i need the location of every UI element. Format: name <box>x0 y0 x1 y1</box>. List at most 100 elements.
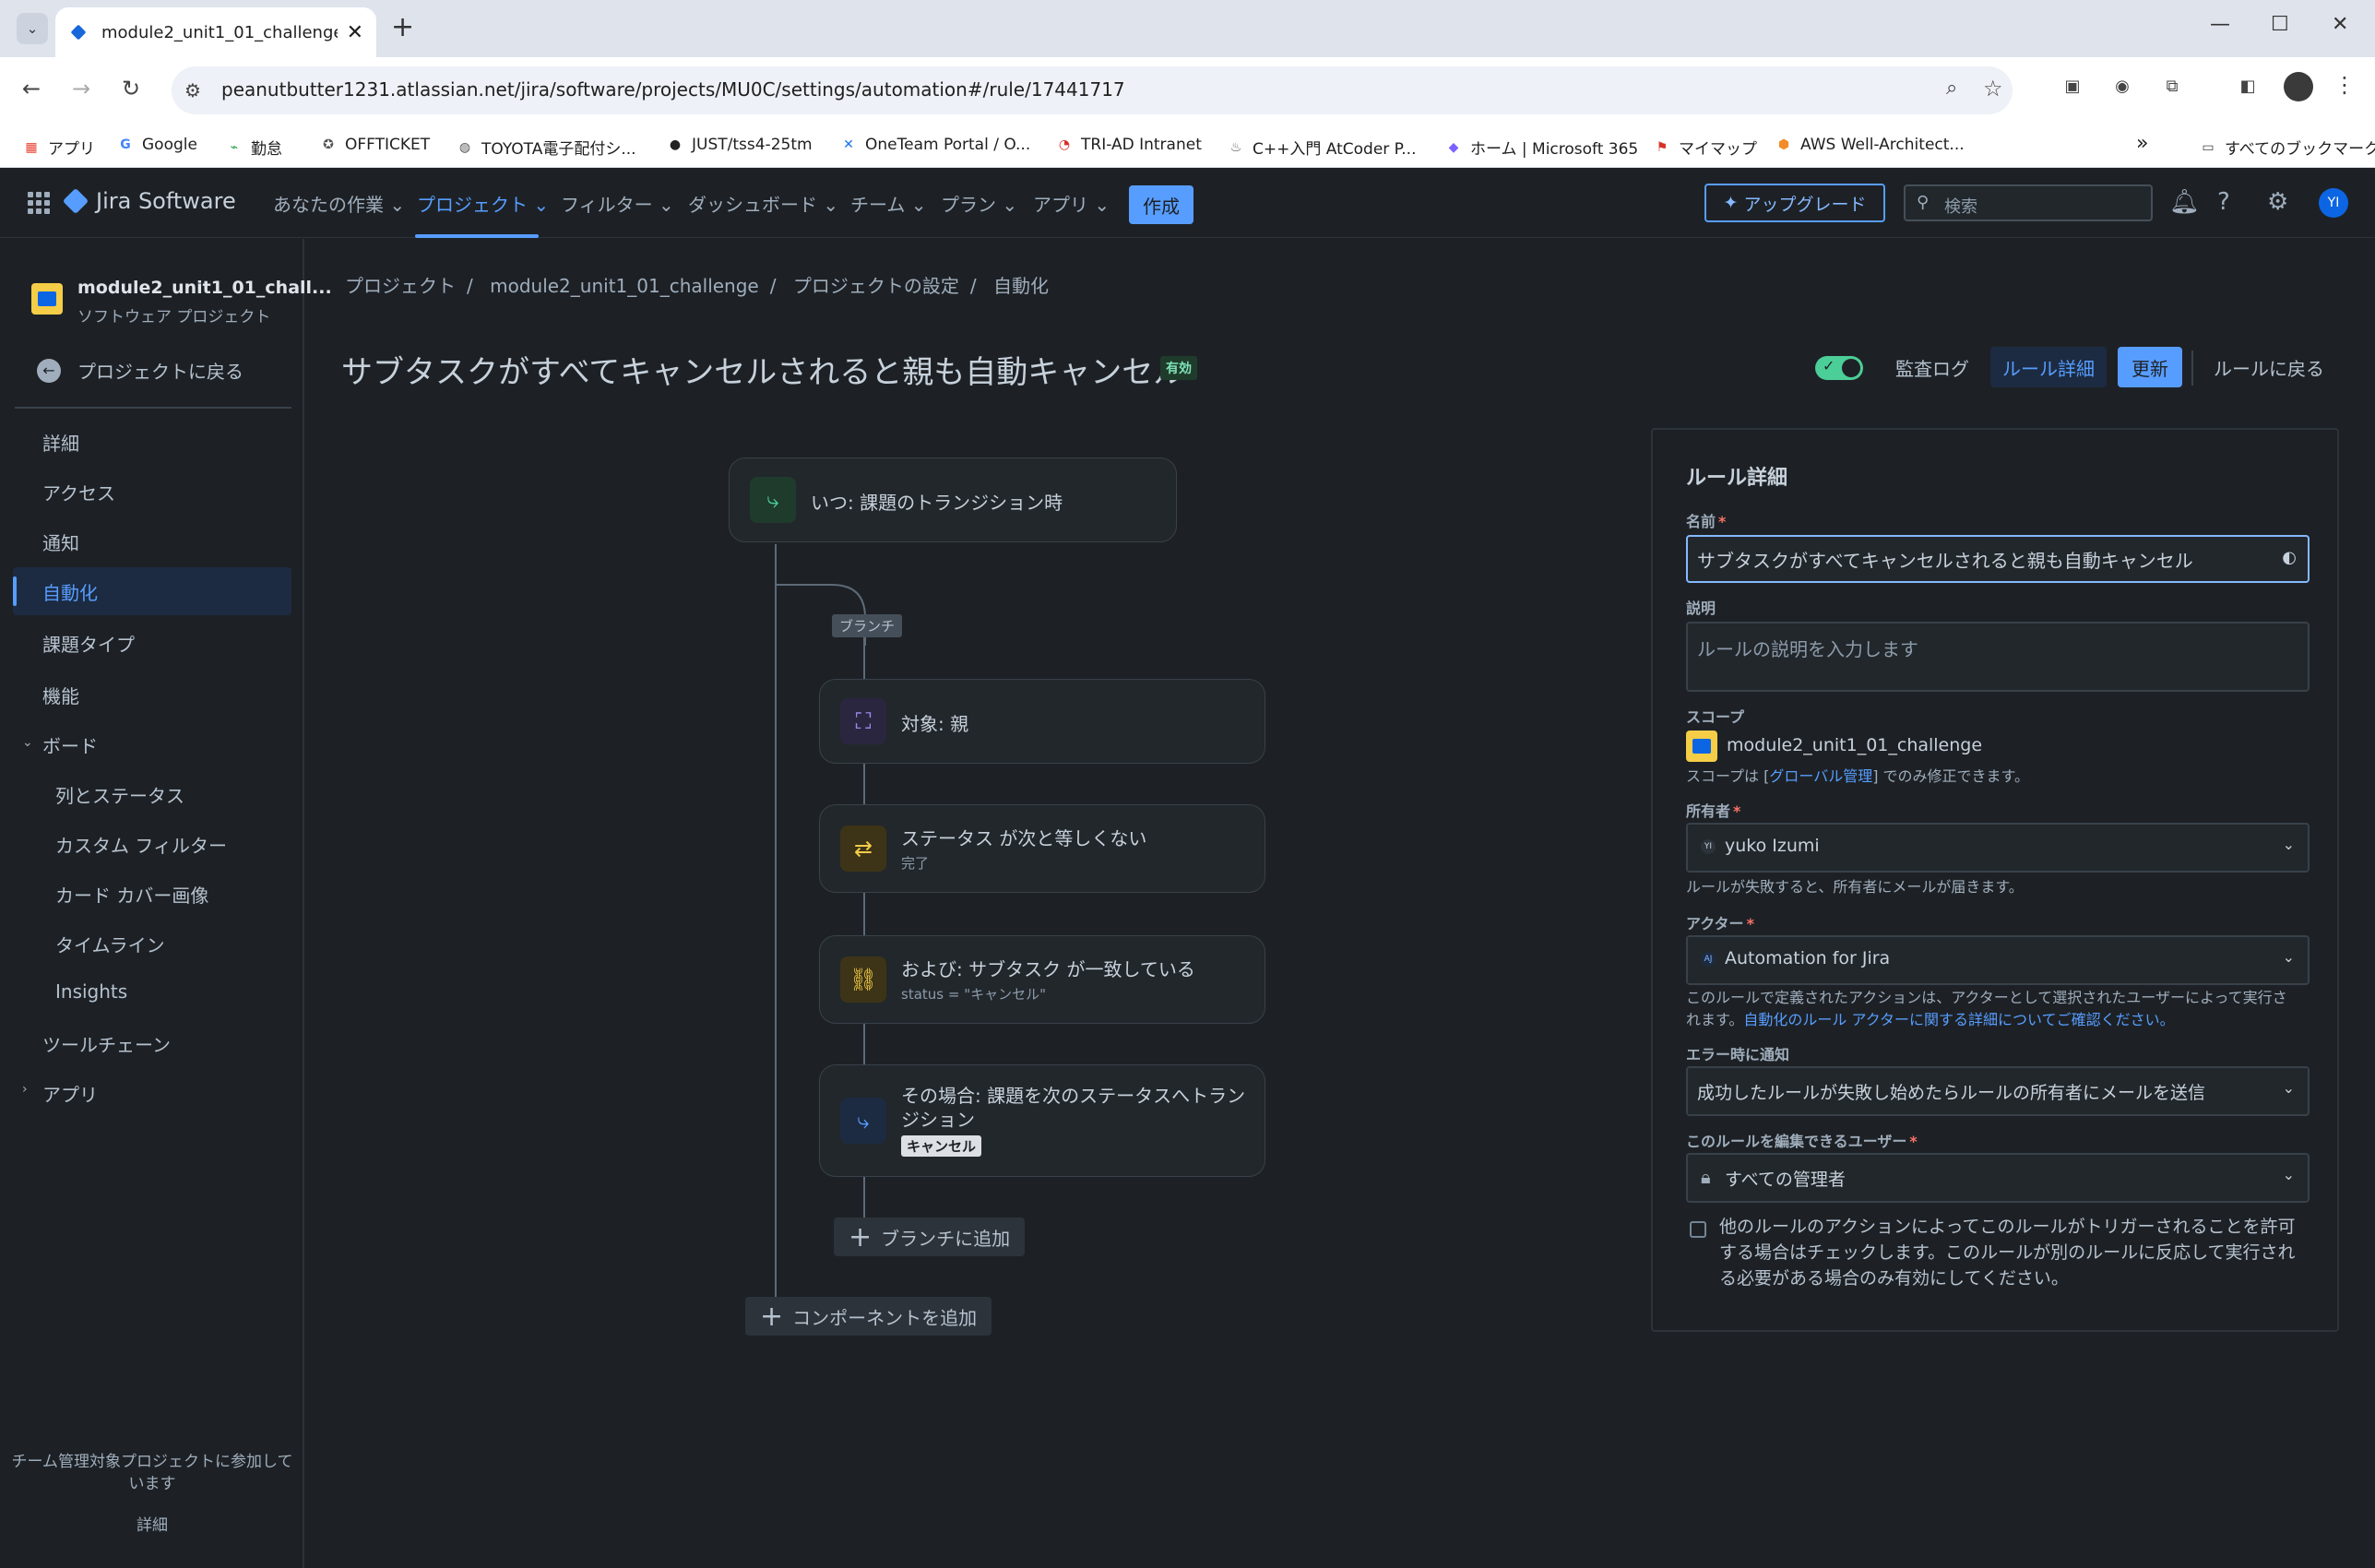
update-button[interactable]: 更新 <box>2118 347 2182 387</box>
new-tab-button[interactable]: + <box>391 11 414 43</box>
minimize-icon[interactable]: — <box>2210 13 2230 36</box>
project-name[interactable]: module2_unit1_01_chall... <box>77 278 332 298</box>
bookmark-item[interactable]: ◔ TRI-AD Intranet <box>1055 136 1202 154</box>
nav-dashboards[interactable]: ダッシュボード ⌄ <box>688 190 838 217</box>
chevron-down-icon[interactable]: ⌄ <box>22 735 33 750</box>
bookmark-item[interactable]: ⚑ マイマップ <box>1653 136 1757 160</box>
browser-profile-avatar[interactable] <box>2284 72 2313 101</box>
side-panel-icon[interactable]: ◧ <box>2234 72 2262 100</box>
add-to-branch-button[interactable]: + ブランチに追加 <box>834 1218 1026 1256</box>
nav-teams[interactable]: チーム ⌄ <box>850 190 927 217</box>
settings-gear-icon[interactable]: ⚙ <box>2267 188 2288 216</box>
sidebar-item-timeline[interactable]: タイムライン <box>55 931 165 957</box>
nav-projects[interactable]: プロジェクト ⌄ <box>417 190 549 217</box>
breadcrumb-projects[interactable]: プロジェクト <box>345 275 456 297</box>
add-component-button[interactable]: + コンポーネントを追加 <box>745 1297 992 1336</box>
bookmark-item[interactable]: ◍ TOYOTA電子配付シ... <box>456 136 636 160</box>
bookmark-item[interactable]: ● JUST/tss4-25tm <box>666 136 813 154</box>
sidebar-item-issue-types[interactable]: 課題タイプ <box>42 630 135 657</box>
sidebar-footer-link[interactable]: 詳細 <box>9 1512 295 1535</box>
action-node-transition[interactable]: ⤷ その場合: 課題を次のステータスへトランジション キャンセル <box>819 1064 1265 1177</box>
breadcrumb-automation[interactable]: 自動化 <box>993 275 1049 297</box>
sidebar-item-access[interactable]: アクセス <box>42 479 115 505</box>
actor-select[interactable]: AJ Automation for Jira ⌄ <box>1686 935 2310 985</box>
sidebar-item-insights[interactable]: Insights <box>55 980 127 1003</box>
apps-grid-icon: ▦ <box>25 139 38 155</box>
site-info-icon[interactable]: ⚙ <box>184 79 201 101</box>
help-icon[interactable]: ? <box>2217 188 2230 216</box>
scope-project-avatar <box>1686 731 1717 762</box>
all-bookmarks-folder[interactable]: ▭ すべてのブックマーク <box>2199 136 2375 160</box>
bookmark-item[interactable]: ⌁ 勤怠 <box>225 136 282 160</box>
bookmark-star-icon[interactable]: ☆ <box>1983 76 2003 101</box>
error-notify-select[interactable]: 成功したルールが失敗し始めたらルールの所有者にメールを送信 ⌄ <box>1686 1066 2310 1116</box>
sidebar-item-custom-filters[interactable]: カスタム フィルター <box>55 831 227 858</box>
assist-icon[interactable]: ◐ <box>2282 548 2297 567</box>
bookmark-item[interactable]: ♨ C++入門 AtCoder P... <box>1227 136 1417 160</box>
description-field[interactable]: ルールの説明を入力します <box>1686 622 2310 692</box>
user-avatar[interactable]: YI <box>2319 188 2348 218</box>
tab-close-icon[interactable]: ✕ <box>347 21 363 44</box>
more-bookmarks-icon[interactable]: » <box>2136 132 2148 155</box>
status-badge: 有効 <box>1160 356 1197 380</box>
bookmark-item[interactable]: ✪ OFFTICKET <box>319 136 430 154</box>
chevron-right-icon[interactable]: › <box>22 1082 28 1097</box>
sidebar-item-automation[interactable]: 自動化 <box>42 578 98 605</box>
allow-rule-trigger-checkbox[interactable] <box>1690 1221 1706 1238</box>
branch-node-target[interactable]: ⛶ 対象: 親 <box>819 679 1265 764</box>
breadcrumb-project[interactable]: module2_unit1_01_challenge <box>490 275 759 297</box>
sidebar-item-board[interactable]: ボード <box>42 731 98 758</box>
rule-enabled-toggle[interactable]: ✓ <box>1815 356 1863 380</box>
bookmark-item[interactable]: ◆ ホーム | Microsoft 365 <box>1444 136 1639 160</box>
condition-node-subtasks[interactable]: ⛓ および: サブタスク が一致している status = "キャンセル" <box>819 935 1265 1024</box>
breadcrumb-project-settings[interactable]: プロジェクトの設定 <box>793 275 959 297</box>
upgrade-button[interactable]: ✦ アップグレード <box>1704 184 1885 222</box>
audit-log-button[interactable]: 監査ログ <box>1882 347 1983 387</box>
browser-menu-icon[interactable]: ⋮ <box>2333 72 2356 98</box>
sidebar-item-apps[interactable]: アプリ <box>42 1080 98 1107</box>
reload-icon[interactable]: ↻ <box>122 76 140 101</box>
window-close-icon[interactable]: ✕ <box>2332 13 2348 36</box>
back-to-project-link[interactable]: ← プロジェクトに戻る <box>37 357 243 384</box>
sidebar-item-features[interactable]: 機能 <box>42 682 79 708</box>
search-input[interactable]: ⚲ 検索 <box>1904 184 2153 221</box>
extension-1-icon[interactable]: ▣ <box>2059 72 2086 100</box>
create-button[interactable]: 作成 <box>1129 185 1193 224</box>
nav-your-work[interactable]: あなたの作業 ⌄ <box>273 190 405 217</box>
back-icon[interactable]: ← <box>22 76 41 101</box>
address-bar[interactable]: ⚙ peanutbutter1231.atlassian.net/jira/so… <box>172 66 2013 114</box>
editors-select[interactable]: 🔒︎ すべての管理者 ⌄ <box>1686 1153 2310 1203</box>
forward-icon[interactable]: → <box>72 76 90 101</box>
bookmark-item[interactable]: ⬢ AWS Well-Architect... <box>1775 136 1965 154</box>
url-text[interactable]: peanutbutter1231.atlassian.net/jira/soft… <box>221 78 1125 101</box>
bookmark-item[interactable]: ▦ アプリ <box>22 136 95 160</box>
nav-plans[interactable]: プラン ⌄ <box>941 190 1017 217</box>
sidebar-item-columns-statuses[interactable]: 列とステータス <box>55 781 184 808</box>
extension-2-icon[interactable]: ◉ <box>2108 72 2136 100</box>
rule-name-field[interactable]: サブタスクがすべてキャンセルされると親も自動キャンセル ◐ <box>1686 535 2310 583</box>
actor-info-link[interactable]: 自動化のルール アクターに関する詳細についてご確認ください。 <box>1743 1011 2174 1028</box>
condition-node-status[interactable]: ⇄ ステータス が次と等しくない 完了 <box>819 804 1265 893</box>
browser-tab-active[interactable]: module2_unit1_01_challenge - ✕ <box>55 7 376 57</box>
rule-details-button[interactable]: ルール詳細 <box>1990 347 2107 387</box>
nav-apps[interactable]: アプリ ⌄ <box>1033 190 1110 217</box>
sidebar-item-card-covers[interactable]: カード カバー画像 <box>55 881 208 908</box>
jira-logo[interactable]: Jira Software <box>62 187 236 215</box>
bookmark-item[interactable]: ✕ OneTeam Portal / O... <box>839 136 1030 154</box>
zoom-icon[interactable]: ⌕ <box>1946 77 1957 100</box>
trigger-node[interactable]: ⤷ いつ: 課題のトランジション時 <box>729 457 1177 542</box>
bookmark-item[interactable]: G Google <box>116 136 197 154</box>
notifications-icon[interactable]: 🔔︎ <box>2169 188 2200 216</box>
app-switcher-icon[interactable] <box>28 192 50 214</box>
sidebar-item-toolchain[interactable]: ツールチェーン <box>42 1030 171 1057</box>
owner-select[interactable]: YI yuko Izumi ⌄ <box>1686 823 2310 873</box>
maximize-icon[interactable]: ☐ <box>2271 13 2289 36</box>
back-to-rules-button[interactable]: ルールに戻る <box>2206 347 2332 387</box>
nav-active-underline <box>415 234 539 238</box>
global-admin-link[interactable]: グローバル管理 <box>1769 767 1872 785</box>
sidebar-item-notifications[interactable]: 通知 <box>42 529 79 555</box>
extensions-puzzle-icon[interactable]: ⧉ <box>2158 72 2186 100</box>
nav-filters[interactable]: フィルター ⌄ <box>561 190 674 217</box>
sidebar-item-details[interactable]: 詳細 <box>42 429 79 456</box>
tab-search-button[interactable]: ⌄ <box>17 13 48 44</box>
